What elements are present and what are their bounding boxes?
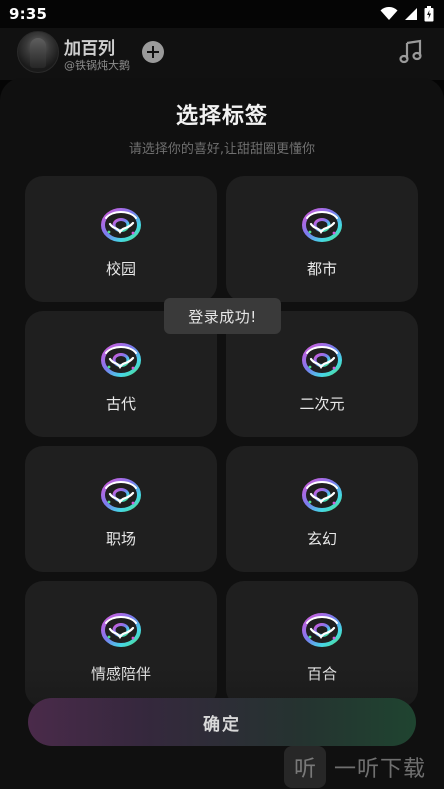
avatar-figure [30, 38, 46, 68]
tag-label: 都市 [306, 260, 337, 278]
tag-label: 玄幻 [306, 530, 337, 548]
battery-icon [424, 6, 434, 22]
player-header: 加百列 @铁锅炖大鹅 [0, 28, 444, 80]
tag-selection-sheet: 选择标签 请选择你的喜好,让甜甜圈更懂你 校园 都市 古代 二次元 职场 玄幻 [0, 78, 444, 789]
donut-logo-icon [302, 478, 342, 512]
wifi-icon [380, 7, 398, 20]
tag-card-campus[interactable]: 校园 [25, 176, 217, 302]
donut-logo-icon [101, 478, 141, 512]
plus-icon [147, 46, 159, 58]
status-bar: 9:35 [0, 0, 444, 28]
watermark: 听 一听下载 [284, 744, 444, 789]
music-note-icon[interactable] [398, 39, 424, 65]
sheet-subtitle: 请选择你的喜好,让甜甜圈更懂你 [128, 142, 316, 157]
tag-label: 二次元 [299, 395, 345, 413]
tag-label: 情感陪伴 [90, 665, 151, 683]
follow-button[interactable] [142, 41, 164, 63]
tag-label: 百合 [306, 665, 337, 683]
watermark-text: 一听下载 [334, 756, 427, 782]
tag-card-urban[interactable]: 都市 [226, 176, 418, 302]
donut-logo-icon [302, 613, 342, 647]
signal-icon [405, 8, 417, 20]
donut-logo-icon [302, 208, 342, 242]
artist-handle: @铁锅炖大鹅 [64, 59, 130, 72]
confirm-button[interactable]: 确定 [28, 698, 416, 746]
donut-logo-icon [101, 613, 141, 647]
donut-logo-icon [302, 343, 342, 377]
sheet-title: 选择标签 [175, 104, 268, 129]
tag-card-yuri[interactable]: 百合 [226, 581, 418, 707]
login-success-toast: 登录成功! [164, 298, 281, 334]
tag-label: 职场 [105, 530, 136, 548]
tag-label: 古代 [105, 395, 136, 413]
tag-label: 校园 [105, 260, 136, 278]
status-icons [380, 6, 434, 22]
artist-name[interactable]: 加百列 [64, 34, 115, 59]
tag-card-workplace[interactable]: 职场 [25, 446, 217, 572]
watermark-logo: 听 [284, 745, 326, 788]
donut-logo-icon [101, 343, 141, 377]
donut-logo-icon [101, 208, 141, 242]
status-time: 9:35 [9, 5, 48, 23]
avatar[interactable] [17, 31, 59, 73]
tag-card-fantasy[interactable]: 玄幻 [226, 446, 418, 572]
app-screen: 9:35 加百列 @铁锅炖大鹅 选择标签 请选择你的喜好,让甜甜圈更懂你 校园 … [0, 0, 444, 789]
tag-card-companionship[interactable]: 情感陪伴 [25, 581, 217, 707]
